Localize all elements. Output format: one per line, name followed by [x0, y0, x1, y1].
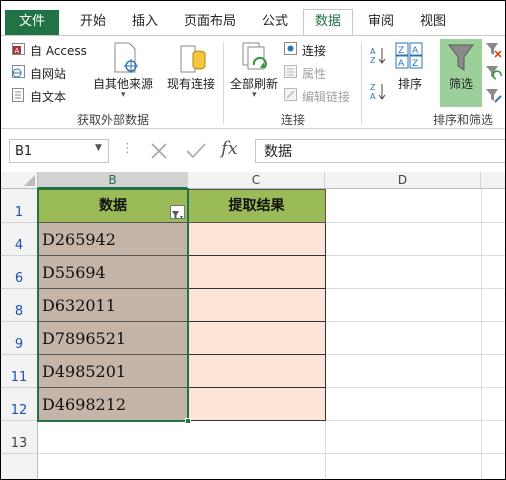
gridline [481, 189, 482, 479]
formula-input[interactable]: 数据 [255, 139, 505, 163]
row-header[interactable]: 11 [1, 355, 38, 388]
chevron-down-icon: ▾ [252, 90, 257, 100]
result-cell-c[interactable] [188, 322, 326, 355]
group-separator [361, 42, 362, 124]
svg-text:Z: Z [370, 56, 376, 64]
tab-page-layout[interactable]: 页面布局 [177, 10, 243, 34]
confirm-entry-icon[interactable] [185, 142, 207, 160]
result-cell-c[interactable] [188, 289, 326, 322]
properties-label: 属性 [302, 67, 327, 81]
refresh-all-icon [242, 42, 267, 70]
ribbon-tab-bar: 文件 开始 插入 页面布局 公式 数据 审阅 视图 [1, 1, 505, 36]
tab-insert[interactable]: 插入 [123, 10, 167, 34]
existing-connections-icon [180, 45, 206, 73]
tab-data[interactable]: 数据 [303, 9, 353, 36]
data-cell-b[interactable]: D265942 [38, 223, 188, 256]
row-header[interactable]: 12 [1, 388, 38, 421]
column-header-d[interactable]: D [325, 172, 481, 189]
column-header-b[interactable]: B [38, 172, 188, 189]
connections-label: 连接 [302, 44, 327, 58]
row-header[interactable]: 9 [1, 322, 38, 355]
from-web-label: 自网站 [30, 67, 67, 81]
data-cell-b[interactable]: D4985201 [38, 355, 188, 388]
clear-filter-icon [486, 43, 502, 58]
worksheet-grid: B C D 1 4 6 8 9 11 12 13 数据 提取结果 D265942… [1, 172, 505, 479]
svg-text:Z: Z [370, 83, 376, 92]
data-cell-b[interactable]: D7896521 [38, 322, 188, 355]
sort-za-icon: Z A [370, 83, 386, 100]
web-icon [12, 65, 25, 78]
properties-icon [284, 65, 297, 78]
result-cell-c[interactable] [188, 355, 326, 388]
row-header[interactable]: 6 [1, 256, 38, 289]
filter-label: 筛选 [449, 77, 474, 91]
tab-review[interactable]: 审阅 [359, 10, 403, 34]
from-access-label: 自 Access [30, 44, 87, 58]
tab-formulas[interactable]: 公式 [253, 10, 297, 34]
fill-handle[interactable] [185, 418, 191, 424]
group-label-get-external-data: 获取外部数据 [77, 113, 150, 127]
header-cell-b[interactable]: 数据 [38, 189, 188, 223]
tab-home[interactable]: 开始 [71, 10, 115, 34]
text-file-icon [12, 88, 24, 102]
result-cell-c[interactable] [188, 223, 326, 256]
edit-links-icon [284, 88, 297, 101]
result-cell-c[interactable] [188, 388, 326, 421]
advanced-filter-icon [486, 89, 502, 103]
svg-text:A: A [412, 46, 419, 56]
header-cell-b-label: 数据 [99, 198, 127, 214]
select-all-corner[interactable] [1, 172, 38, 189]
existing-connections-label: 现有连接 [167, 77, 216, 91]
filter-funnel-icon [448, 44, 474, 71]
data-cell-b[interactable]: D4698212 [38, 388, 188, 421]
tab-file[interactable]: 文件 [5, 10, 59, 35]
excel-window: 文件 开始 插入 页面布局 公式 数据 审阅 视图 A 自 Access 自网站 [0, 0, 506, 480]
sort-icon: Z A A Z [395, 42, 423, 69]
group-label-connections: 连接 [281, 113, 306, 127]
tab-view[interactable]: 视图 [411, 10, 455, 34]
svg-text:Z: Z [398, 46, 404, 56]
insert-function-icon[interactable]: fx [221, 138, 238, 159]
sort-label: 排序 [398, 77, 423, 91]
data-cell-b[interactable]: D632011 [38, 289, 188, 322]
name-box-dropdown-icon[interactable]: ▼ [95, 143, 102, 153]
svg-text:A: A [398, 59, 405, 69]
data-cell-b[interactable]: D55694 [38, 256, 188, 289]
filter-active-icon [172, 211, 183, 219]
row-header[interactable]: 4 [1, 223, 38, 256]
svg-text:A: A [370, 92, 376, 100]
row-header[interactable]: 13 [1, 421, 38, 454]
filter-dropdown-button[interactable] [170, 205, 185, 219]
reapply-filter-icon [486, 66, 502, 80]
svg-text:A: A [15, 47, 20, 55]
other-sources-icon [114, 42, 138, 73]
connections-icon [284, 42, 297, 55]
row-header[interactable]: 1 [1, 189, 38, 223]
from-text-label: 自文本 [30, 90, 67, 104]
cancel-entry-icon[interactable] [149, 142, 169, 160]
row-header[interactable]: 8 [1, 289, 38, 322]
chevron-down-icon: ▾ [121, 90, 126, 100]
sort-az-icon: A Z [370, 47, 386, 64]
gridline [38, 453, 505, 454]
more-options-icon: ⋮ [121, 141, 134, 156]
ribbon-data: A 自 Access 自网站 自文本 自其他来源 ▾ 现有连接 获取外部数据 全… [1, 35, 505, 129]
header-cell-c[interactable]: 提取结果 [187, 189, 326, 223]
formula-bar: B1 ▼ ⋮ fx 数据 [1, 137, 505, 167]
group-separator [223, 42, 224, 124]
filter-button[interactable]: 筛选 [440, 39, 482, 107]
svg-text:A: A [370, 47, 376, 56]
svg-text:Z: Z [412, 59, 418, 69]
result-cell-c[interactable] [188, 256, 326, 289]
edit-links-label: 编辑链接 [302, 90, 351, 104]
access-icon: A [12, 43, 25, 55]
column-header-e[interactable] [481, 172, 505, 189]
column-header-c[interactable]: C [188, 172, 325, 189]
group-label-sort-filter: 排序和筛选 [433, 113, 494, 127]
name-box[interactable]: B1 [9, 139, 109, 163]
row-header[interactable] [1, 454, 38, 479]
